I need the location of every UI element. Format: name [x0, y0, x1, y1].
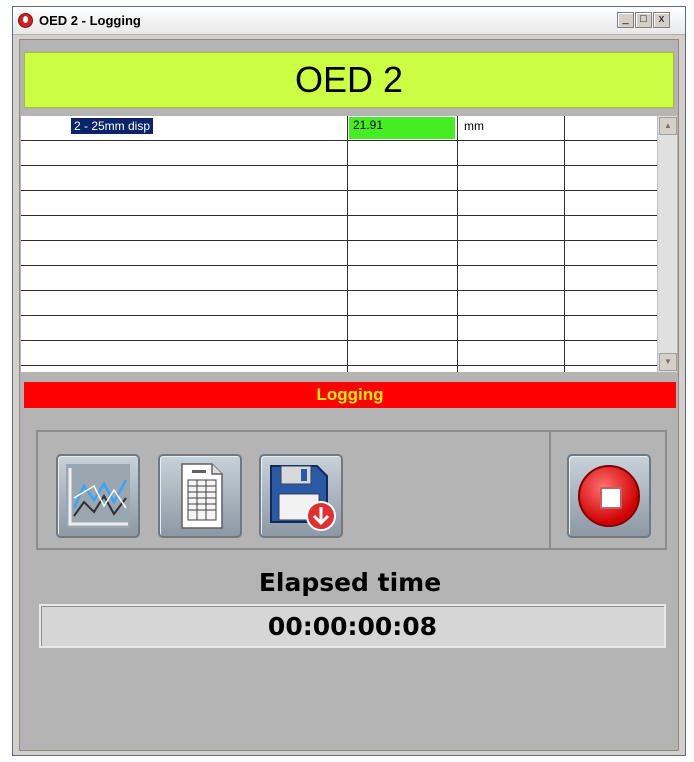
empty-cell[interactable]: [458, 341, 565, 365]
empty-cell[interactable]: [21, 166, 348, 190]
scroll-down-arrow-icon[interactable]: ▼: [659, 353, 677, 371]
window-title: OED 2 - Logging: [39, 13, 141, 28]
vertical-scrollbar[interactable]: ▲ ▼: [657, 116, 677, 372]
table-row[interactable]: 2 - 25mm disp 21.91 mm: [21, 116, 657, 141]
empty-cell[interactable]: [348, 166, 458, 190]
empty-cell[interactable]: [458, 141, 565, 165]
empty-cell[interactable]: [565, 241, 657, 265]
empty-cell[interactable]: [565, 166, 657, 190]
channel-grid: 2 - 25mm disp 21.91 mm ▲ ▼: [21, 116, 677, 372]
toolbar-divider: [549, 432, 551, 548]
logging-window: OED 2 - Logging _ □ x OED 2 2 - 25mm dis…: [12, 6, 686, 756]
empty-cell[interactable]: [565, 316, 657, 340]
channel-value: 21.91: [349, 117, 455, 139]
chart-button[interactable]: [56, 454, 140, 538]
table-row[interactable]: [21, 141, 657, 166]
table-row[interactable]: [21, 266, 657, 291]
elapsed-time-display: 00:00:00:08: [39, 604, 666, 648]
table-row[interactable]: [21, 166, 657, 191]
channel-unit-cell[interactable]: mm: [458, 116, 565, 140]
action-toolbar: [36, 430, 667, 550]
title-bar[interactable]: OED 2 - Logging _ □ x: [13, 7, 685, 35]
empty-cell[interactable]: [458, 241, 565, 265]
maximize-button[interactable]: □: [635, 12, 652, 28]
table-row[interactable]: [21, 191, 657, 216]
empty-cell[interactable]: [458, 291, 565, 315]
empty-cell[interactable]: [348, 341, 458, 365]
table-row[interactable]: [21, 316, 657, 341]
empty-cell[interactable]: [565, 291, 657, 315]
empty-cell[interactable]: [458, 216, 565, 240]
save-button[interactable]: [259, 454, 343, 538]
empty-cell[interactable]: [565, 266, 657, 290]
empty-cell[interactable]: [565, 191, 657, 215]
empty-cell[interactable]: [21, 316, 348, 340]
line-chart-icon: [66, 464, 130, 528]
empty-cell[interactable]: [21, 216, 348, 240]
empty-cell[interactable]: [458, 191, 565, 215]
scroll-up-arrow-icon[interactable]: ▲: [659, 117, 677, 135]
document-icon: [181, 463, 223, 529]
empty-cell[interactable]: [348, 316, 458, 340]
logging-status-bar: Logging: [24, 382, 676, 408]
empty-cell[interactable]: [348, 191, 458, 215]
empty-cell[interactable]: [21, 191, 348, 215]
empty-cell[interactable]: [21, 291, 348, 315]
empty-cell[interactable]: [565, 116, 657, 140]
empty-cell[interactable]: [565, 141, 657, 165]
elapsed-time-label: Elapsed time: [258, 568, 442, 597]
table-row[interactable]: [21, 341, 657, 366]
empty-cell[interactable]: [348, 366, 458, 372]
empty-cell[interactable]: [348, 141, 458, 165]
channel-name-cell[interactable]: 2 - 25mm disp: [21, 116, 348, 140]
empty-cell[interactable]: [21, 141, 348, 165]
empty-cell[interactable]: [565, 341, 657, 365]
table-row[interactable]: [21, 366, 657, 372]
empty-cell[interactable]: [348, 291, 458, 315]
empty-cell[interactable]: [21, 241, 348, 265]
close-button[interactable]: x: [653, 12, 670, 28]
table-row[interactable]: [21, 291, 657, 316]
channel-name: 2 - 25mm disp: [71, 118, 154, 134]
empty-cell[interactable]: [21, 341, 348, 365]
stop-icon: [578, 465, 640, 527]
minimize-button[interactable]: _: [617, 12, 634, 28]
report-button[interactable]: [158, 454, 242, 538]
stop-logging-button[interactable]: [567, 454, 651, 538]
floppy-disk-save-icon: [270, 465, 336, 531]
empty-cell[interactable]: [458, 366, 565, 372]
empty-cell[interactable]: [348, 241, 458, 265]
channel-unit: mm: [464, 119, 484, 133]
empty-cell[interactable]: [565, 216, 657, 240]
table-row[interactable]: [21, 216, 657, 241]
empty-cell[interactable]: [565, 366, 657, 372]
empty-cell[interactable]: [458, 166, 565, 190]
empty-cell[interactable]: [348, 266, 458, 290]
device-title-banner: OED 2: [24, 52, 674, 108]
logging-panel: OED 2 2 - 25mm disp 21.91 mm ▲ ▼ Logging…: [19, 39, 679, 751]
table-row[interactable]: [21, 241, 657, 266]
empty-cell[interactable]: [458, 266, 565, 290]
empty-cell[interactable]: [348, 216, 458, 240]
app-icon: [18, 13, 33, 28]
empty-cell[interactable]: [21, 366, 348, 372]
channel-value-cell[interactable]: 21.91: [348, 116, 458, 140]
empty-cell[interactable]: [21, 266, 348, 290]
empty-cell[interactable]: [458, 316, 565, 340]
